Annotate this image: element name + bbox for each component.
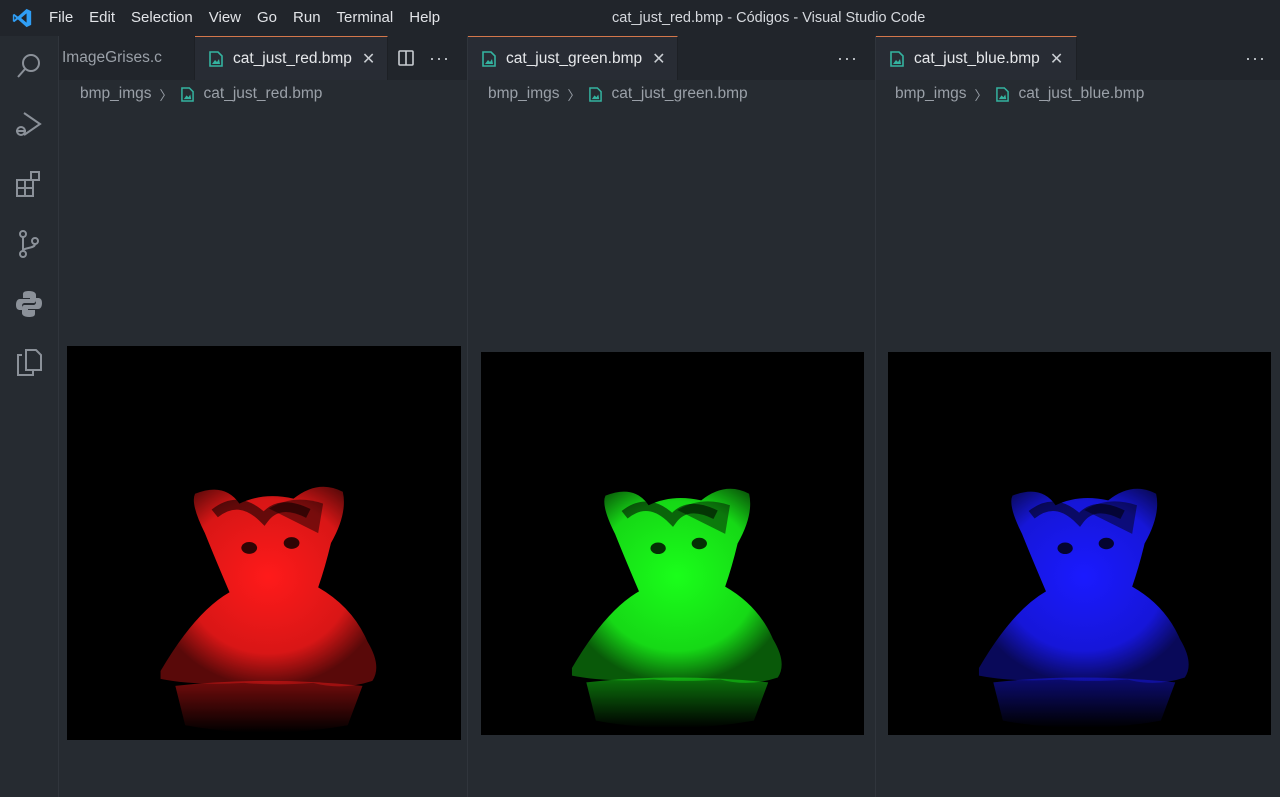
chevron-right-icon: 〉 (567, 87, 581, 103)
tab-cat-just-green[interactable]: cat_just_green.bmp ✕ (468, 36, 678, 80)
menu-edit[interactable]: Edit (81, 0, 123, 36)
more-actions-icon[interactable]: ··· (837, 48, 858, 69)
menu-view[interactable]: View (201, 0, 249, 36)
image-preview-green (481, 352, 864, 735)
editor-actions: ··· (837, 36, 858, 80)
menu-selection[interactable]: Selection (123, 0, 201, 36)
menu-run[interactable]: Run (285, 0, 329, 36)
breadcrumb-folder[interactable]: bmp_imgs (895, 85, 967, 103)
vscode-logo-icon (12, 8, 32, 28)
cat-image (888, 352, 1271, 735)
source-control-icon[interactable] (13, 228, 45, 260)
menu-go[interactable]: Go (249, 0, 285, 36)
tab-label: ImageGrises.c (62, 49, 162, 66)
split-editor-icon[interactable] (397, 49, 415, 67)
tab-bar: cat_just_green.bmp ✕ ··· (468, 36, 876, 80)
tab-label: cat_just_green.bmp (506, 49, 643, 67)
tab-label: cat_just_blue.bmp (914, 49, 1040, 67)
tab-cat-just-blue[interactable]: cat_just_blue.bmp ✕ (876, 36, 1077, 80)
breadcrumb-folder[interactable]: bmp_imgs (80, 85, 152, 103)
breadcrumb-file[interactable]: cat_just_blue.bmp (1019, 85, 1145, 103)
tab-bar: cat_just_blue.bmp ✕ ··· (876, 36, 1280, 80)
menu-terminal[interactable]: Terminal (329, 0, 402, 36)
menu-bar: File Edit Selection View Go Run Terminal… (41, 0, 448, 36)
search-icon[interactable] (13, 50, 45, 82)
tab-bar: ImageGrises.c cat_just_red.bmp ✕ ··· (59, 36, 468, 80)
cat-image (67, 346, 461, 740)
editor-actions: ··· (397, 36, 450, 80)
image-file-icon (588, 86, 602, 102)
image-preview-red (67, 346, 461, 740)
breadcrumb-folder[interactable]: bmp_imgs (488, 85, 560, 103)
chevron-right-icon: 〉 (974, 87, 988, 103)
breadcrumb: bmp_imgs 〉 cat_just_green.bmp (488, 80, 748, 108)
activity-bar (0, 36, 59, 797)
editor-group-blue: cat_just_blue.bmp ✕ ··· bmp_imgs 〉 cat_j… (875, 36, 1280, 797)
close-icon[interactable]: ✕ (1050, 49, 1063, 69)
tab-cat-just-red[interactable]: cat_just_red.bmp ✕ (195, 36, 388, 80)
image-file-icon (482, 50, 496, 67)
image-file-icon (209, 50, 223, 67)
more-actions-icon[interactable]: ··· (429, 48, 450, 69)
breadcrumb-file[interactable]: cat_just_red.bmp (204, 85, 323, 103)
breadcrumb: bmp_imgs 〉 cat_just_red.bmp (80, 80, 322, 108)
tab-imagegrises[interactable]: ImageGrises.c (59, 36, 195, 80)
editor-actions: ··· (1245, 36, 1266, 80)
image-file-icon (890, 50, 904, 67)
breadcrumb-file[interactable]: cat_just_green.bmp (612, 85, 748, 103)
run-debug-icon[interactable] (13, 108, 45, 140)
image-file-icon (995, 86, 1009, 102)
menu-help[interactable]: Help (401, 0, 448, 36)
editor-group-green: cat_just_green.bmp ✕ ··· bmp_imgs 〉 cat_… (467, 36, 876, 797)
editor-group-red: ImageGrises.c cat_just_red.bmp ✕ ··· bmp… (58, 36, 468, 797)
more-actions-icon[interactable]: ··· (1245, 48, 1266, 69)
cat-image (481, 352, 864, 735)
python-icon[interactable] (13, 288, 45, 320)
close-icon[interactable]: ✕ (652, 49, 665, 69)
tab-label: cat_just_red.bmp (233, 49, 352, 67)
image-preview-blue (888, 352, 1271, 735)
chevron-right-icon: 〉 (159, 87, 173, 103)
extensions-icon[interactable] (13, 168, 45, 200)
menu-file[interactable]: File (41, 0, 81, 36)
title-bar: File Edit Selection View Go Run Terminal… (0, 0, 1280, 36)
breadcrumb: bmp_imgs 〉 cat_just_blue.bmp (895, 80, 1144, 108)
close-icon[interactable]: ✕ (362, 49, 375, 69)
explorer-icon[interactable] (13, 346, 45, 378)
image-file-icon (180, 86, 194, 102)
